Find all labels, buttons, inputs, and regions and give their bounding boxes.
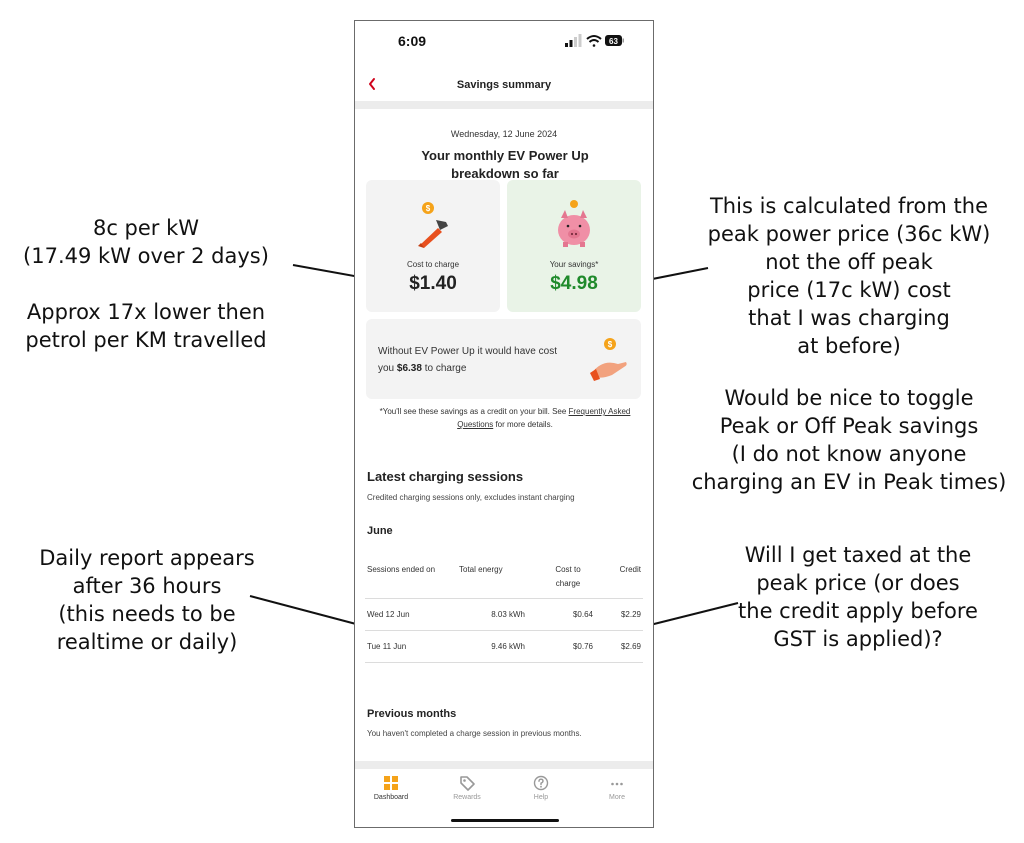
- table-row: Wed 12 Jun 8.03 kWh $0.64 $2.29: [365, 598, 643, 631]
- toggle-annotation: Would be nice to toggle Peak or Off Peak…: [691, 386, 1007, 494]
- cost-label: Cost to charge: [406, 260, 460, 269]
- session-credit: $2.29: [620, 610, 641, 619]
- tab-dashboard[interactable]: Dashboard: [361, 775, 421, 801]
- table-bottom-divider: [365, 662, 643, 663]
- tab-rewards[interactable]: Rewards: [437, 775, 497, 801]
- column-header-credit: Credit: [619, 565, 641, 574]
- battery-icon: 63: [605, 35, 624, 46]
- hand-coin-icon: $: [590, 338, 627, 381]
- cost-annotation: 8c per kW (17.49 kW over 2 days) Approx …: [23, 216, 269, 352]
- sessions-subtitle: Credited charging sessions only, exclude…: [367, 493, 575, 502]
- tab-more[interactable]: More: [587, 775, 647, 801]
- session-date: Tue 11 Jun: [367, 642, 407, 651]
- dashboard-icon: [384, 776, 398, 790]
- svg-text:$: $: [608, 340, 613, 349]
- more-icon: [611, 782, 623, 786]
- column-header-energy: Total energy: [459, 565, 503, 574]
- phone-screen: 6:09 63 Savings summary Wednesday, 12 Ju…: [354, 20, 654, 828]
- without-power-up-text: Without EV Power Up it would have cost y…: [378, 346, 557, 374]
- cost-to-charge-card: $ Cost to charge $1.40: [366, 180, 500, 312]
- column-header-cost: Cost to charge: [555, 565, 581, 588]
- status-bar: 6:09 63: [355, 21, 653, 61]
- without-power-up-card: Without EV Power Up it would have cost y…: [366, 319, 641, 399]
- signal-icon: [565, 34, 582, 47]
- session-energy: 8.03 kWh: [491, 610, 525, 619]
- nav-divider: [355, 101, 653, 109]
- savings-value: $4.98: [550, 273, 598, 294]
- sessions-month: June: [367, 525, 393, 537]
- savings-card: Your savings* $4.98: [507, 180, 641, 312]
- session-credit: $2.69: [620, 642, 641, 651]
- cost-value: $1.40: [409, 273, 457, 294]
- svg-text:63: 63: [609, 37, 618, 46]
- wifi-icon: [586, 35, 602, 47]
- without-amount: $6.38: [396, 363, 422, 374]
- status-icons: 63: [565, 34, 624, 47]
- help-icon: [533, 775, 549, 791]
- session-cost: $0.76: [572, 642, 593, 651]
- column-header-date: Sessions ended on: [367, 565, 436, 574]
- daily-report-annotation: Daily report appears after 36 hours (thi…: [39, 546, 255, 654]
- savings-annotation: This is calculated from the peak power p…: [707, 194, 991, 358]
- session-date: Wed 12 Jun: [367, 610, 410, 619]
- page-title: Savings summary: [456, 79, 552, 91]
- tag-icon: [460, 776, 475, 791]
- session-energy: 9.46 kWh: [491, 642, 525, 651]
- tabbar-divider: [355, 761, 653, 769]
- nav-bar: Savings summary: [355, 65, 653, 101]
- summary-headline: Your monthly EV Power Up breakdown so fa…: [421, 148, 589, 181]
- piggy-bank-icon: [558, 200, 590, 247]
- savings-footnote: *You'll see these savings as a credit on…: [379, 407, 631, 429]
- svg-text:$: $: [426, 204, 431, 213]
- savings-label: Your savings*: [549, 260, 599, 269]
- session-cost: $0.64: [572, 610, 593, 619]
- tab-help[interactable]: Help: [511, 775, 571, 801]
- previous-months-message: You haven't completed a charge session i…: [367, 729, 582, 738]
- previous-months-title: Previous months: [367, 708, 457, 720]
- sessions-title: Latest charging sessions: [367, 469, 524, 484]
- table-row: Tue 11 Jun 9.46 kWh $0.76 $2.69: [365, 630, 643, 663]
- summary-date: Wednesday, 12 June 2024: [450, 129, 558, 139]
- tax-annotation: Will I get taxed at the peak price (or d…: [738, 543, 978, 651]
- status-time: 6:09: [398, 33, 427, 49]
- ev-charger-plug-icon: $: [418, 202, 448, 248]
- home-indicator[interactable]: [451, 819, 559, 822]
